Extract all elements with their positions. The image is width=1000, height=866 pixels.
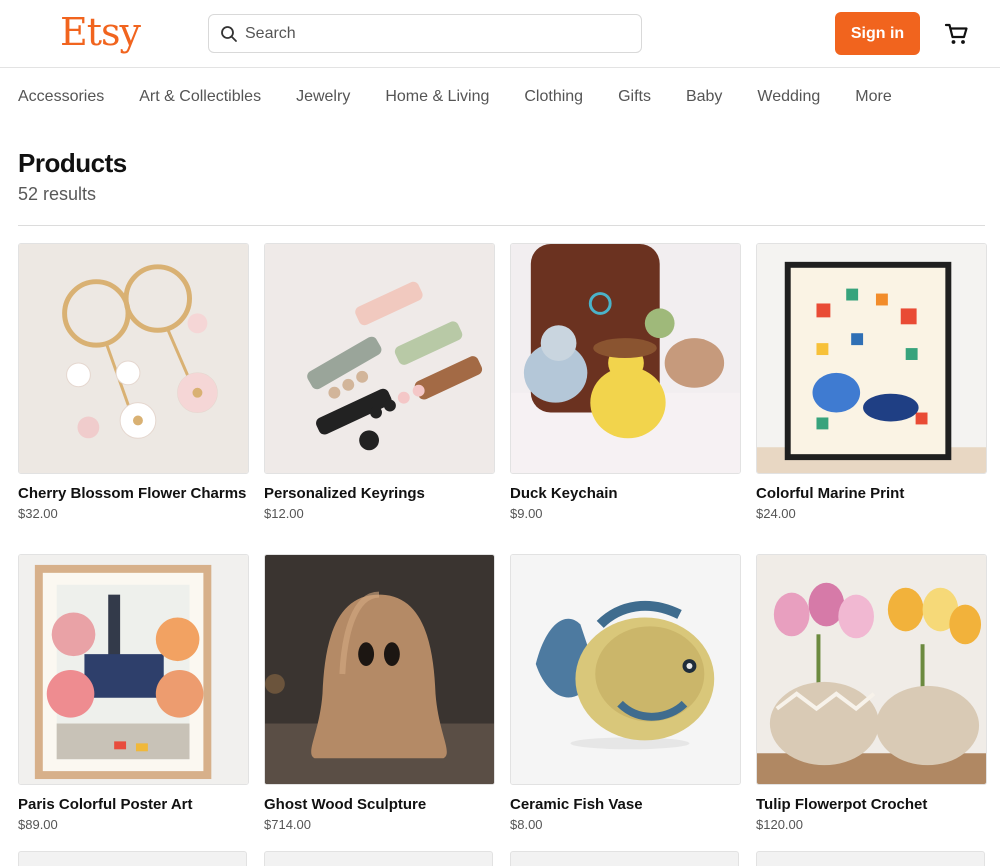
product-price: $32.00 [18, 506, 58, 521]
product-card[interactable]: Cherry Blossom Flower Charms $32.00 [18, 243, 249, 521]
product-card-partial[interactable] [18, 851, 247, 866]
product-card[interactable]: Ghost Wood Sculpture $714.00 [264, 554, 495, 832]
product-name[interactable]: Paris Colorful Poster Art [18, 797, 249, 812]
product-card[interactable]: Ceramic Fish Vase $8.00 [510, 554, 741, 832]
product-image[interactable] [510, 243, 741, 474]
product-image[interactable] [510, 554, 741, 785]
nav-item-clothing[interactable]: Clothing [524, 86, 583, 110]
product-image[interactable] [264, 554, 495, 785]
results-count: 52 results [18, 184, 97, 204]
product-name[interactable]: Ceramic Fish Vase [510, 797, 741, 812]
nav-item-jewelry[interactable]: Jewelry [296, 86, 350, 110]
product-image[interactable] [18, 243, 249, 474]
product-image[interactable] [756, 243, 987, 474]
product-card[interactable]: Colorful Marine Print $24.00 [756, 243, 987, 521]
nav-item-baby[interactable]: Baby [686, 86, 722, 110]
product-price: $89.00 [18, 817, 58, 832]
etsy-logo[interactable]: Etsy [60, 10, 141, 54]
cart-icon[interactable] [944, 22, 970, 46]
page-title: Products [18, 148, 127, 178]
nav-item-more[interactable]: More [855, 86, 891, 110]
product-image[interactable] [756, 554, 987, 785]
product-price: $8.00 [510, 817, 543, 832]
search-input[interactable] [245, 15, 635, 52]
search-bar[interactable] [208, 14, 642, 53]
product-card-partial[interactable] [510, 851, 739, 866]
sign-in-button[interactable]: Sign in [835, 12, 920, 55]
product-price: $12.00 [264, 506, 304, 521]
header: Etsy Sign in [0, 0, 1000, 68]
nav-item-gifts[interactable]: Gifts [618, 86, 651, 110]
nav-item-wedding[interactable]: Wedding [757, 86, 820, 110]
divider [18, 225, 985, 226]
product-card[interactable]: Paris Colorful Poster Art $89.00 [18, 554, 249, 832]
product-name[interactable]: Personalized Keyrings [264, 486, 495, 501]
product-image[interactable] [264, 243, 495, 474]
product-price: $714.00 [264, 817, 311, 832]
product-image[interactable] [18, 554, 249, 785]
product-card[interactable]: Tulip Flowerpot Crochet $120.00 [756, 554, 987, 832]
product-price: $120.00 [756, 817, 803, 832]
product-name[interactable]: Tulip Flowerpot Crochet [756, 797, 987, 812]
product-card[interactable]: Personalized Keyrings $12.00 [264, 243, 495, 521]
product-card[interactable]: Duck Keychain $9.00 [510, 243, 741, 521]
product-name[interactable]: Ghost Wood Sculpture [264, 797, 495, 812]
search-icon [221, 26, 237, 42]
product-card-partial[interactable] [756, 851, 985, 866]
category-nav: Accessories Art & Collectibles Jewelry H… [18, 86, 927, 110]
product-price: $24.00 [756, 506, 796, 521]
nav-item-accessories[interactable]: Accessories [18, 86, 104, 110]
nav-item-home-living[interactable]: Home & Living [385, 86, 489, 110]
product-name[interactable]: Colorful Marine Print [756, 486, 987, 501]
product-card-partial[interactable] [264, 851, 493, 866]
product-name[interactable]: Duck Keychain [510, 486, 741, 501]
nav-item-art-collectibles[interactable]: Art & Collectibles [139, 86, 261, 110]
product-name[interactable]: Cherry Blossom Flower Charms [18, 486, 249, 501]
product-price: $9.00 [510, 506, 543, 521]
